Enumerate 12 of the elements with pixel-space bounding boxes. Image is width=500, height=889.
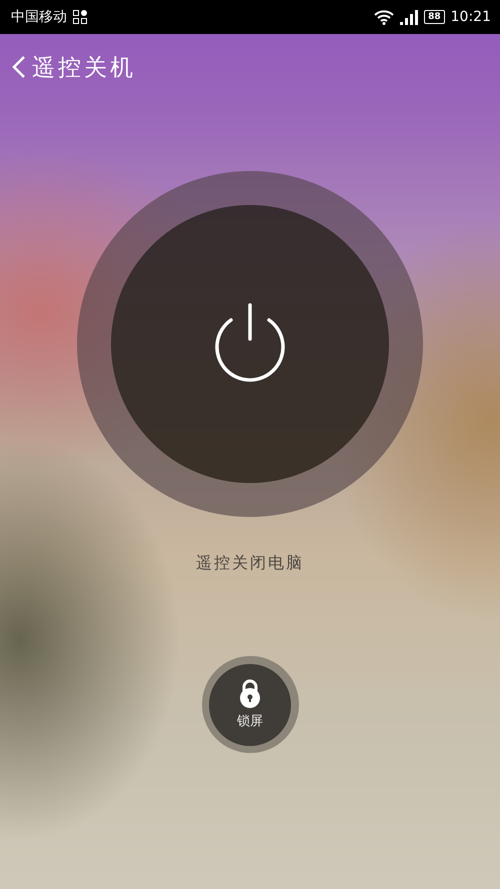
lock-screen-button[interactable]: 锁屏 [202, 656, 298, 753]
signal-icon [400, 10, 418, 24]
battery-level: 88 [424, 10, 445, 24]
clock: 10:21 [450, 9, 491, 25]
power-label: 遥控关闭电脑 [196, 553, 304, 574]
page-title: 遥控关机 [32, 54, 136, 82]
chevron-left-icon [12, 55, 26, 79]
back-button[interactable] [12, 55, 26, 79]
padlock-icon [238, 679, 262, 708]
carrier-name: 中国移动 [11, 8, 67, 26]
wifi-icon [374, 10, 394, 24]
grid-icon [73, 10, 87, 24]
